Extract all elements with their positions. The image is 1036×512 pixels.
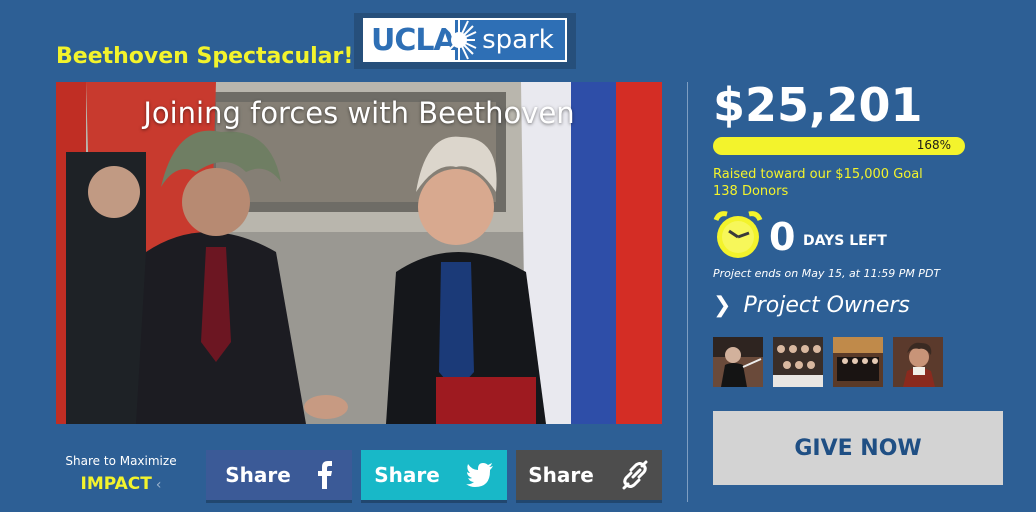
amount-raised: $25,201 — [713, 78, 923, 132]
column-divider — [687, 82, 688, 502]
video-caption: Joining forces with Beethoven — [143, 96, 575, 130]
share-facebook-label: Share — [225, 463, 291, 487]
video-scene-image — [56, 82, 662, 424]
days-left-number: 0 — [769, 215, 796, 259]
page-title: Beethoven Spectacular! — [56, 44, 354, 69]
project-end-date: Project ends on May 15, at 11:59 PM PDT — [713, 267, 941, 280]
give-now-button[interactable]: GIVE NOW — [713, 411, 1003, 485]
logo-spark-text: spark — [482, 25, 554, 55]
beethoven-portrait — [893, 337, 943, 387]
alarm-clock-icon — [713, 211, 763, 258]
share-twitter-button[interactable]: Share — [361, 450, 507, 500]
days-left-label: DAYS LEFT — [803, 233, 887, 249]
ucla-spark-logo[interactable]: UCLA spark — [354, 13, 576, 69]
share-prompt-line1: Share to Maximize — [65, 454, 177, 468]
share-twitter-label: Share — [374, 463, 440, 487]
donors-count: 138 Donors — [713, 184, 789, 199]
link-icon — [622, 460, 648, 490]
project-video[interactable]: Joining forces with Beethoven — [56, 82, 662, 424]
share-facebook-button[interactable]: Share — [206, 450, 352, 500]
goal-text: Raised toward our $15,000 Goal — [713, 167, 923, 182]
share-glyph-icon: ‹ — [155, 477, 162, 493]
goal-info: Raised toward our $15,000 Goal 138 Donor… — [713, 166, 923, 200]
logo-box: UCLA spark — [363, 18, 567, 62]
logo-spark-box: spark — [444, 20, 565, 60]
conductor-photo — [713, 337, 763, 387]
facebook-icon — [317, 461, 332, 489]
share-prompt-line2: IMPACT — [80, 474, 152, 494]
owner-thumbnail-choir[interactable] — [773, 337, 823, 387]
owner-thumbnail-orchestra[interactable] — [833, 337, 883, 387]
share-link-label: Share — [528, 463, 594, 487]
orchestra-photo — [833, 337, 883, 387]
chevron-right-icon: ❯ — [713, 293, 732, 318]
share-prompt: Share to Maximize IMPACT ‹ — [56, 454, 186, 494]
twitter-icon — [465, 463, 493, 487]
owner-thumbnails — [713, 337, 943, 387]
funding-progress-bar: 168% — [713, 137, 965, 155]
spark-burst-icon — [444, 20, 477, 60]
project-owners-link[interactable]: ❯ Project Owners — [713, 293, 910, 318]
project-owners-label: Project Owners — [743, 293, 910, 318]
share-link-button[interactable]: Share — [516, 450, 662, 500]
funding-percent: 168% — [916, 138, 951, 152]
owner-thumbnail-conductor[interactable] — [713, 337, 763, 387]
owner-thumbnail-beethoven[interactable] — [893, 337, 943, 387]
choir-photo — [773, 337, 823, 387]
